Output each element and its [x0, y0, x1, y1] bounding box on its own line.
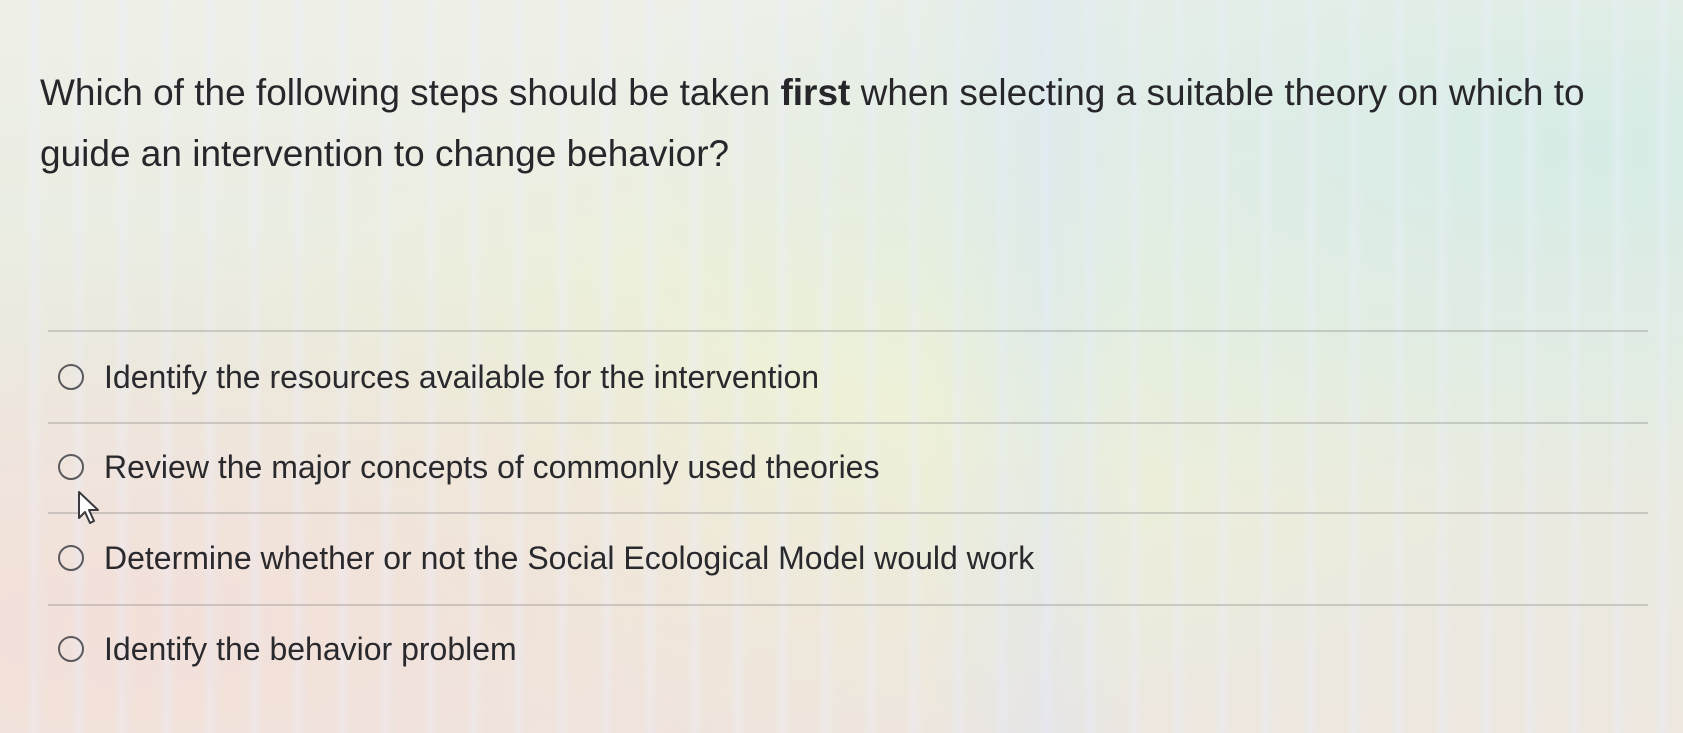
question-text: Which of the following steps should be t… — [40, 62, 1660, 184]
option-3[interactable]: Determine whether or not the Social Ecol… — [58, 528, 1034, 588]
divider — [48, 512, 1648, 514]
divider — [48, 604, 1648, 606]
divider — [48, 330, 1648, 332]
divider — [48, 422, 1648, 424]
question-emphasis: first — [780, 72, 851, 113]
radio-button-icon[interactable] — [58, 364, 84, 390]
option-2-label: Review the major concepts of commonly us… — [104, 448, 880, 485]
radio-button-icon[interactable] — [58, 545, 84, 571]
option-4[interactable]: Identify the behavior problem — [58, 619, 517, 679]
option-3-label: Determine whether or not the Social Ecol… — [104, 539, 1035, 576]
mouse-pointer-icon — [78, 491, 99, 524]
option-1-label: Identify the resources available for the… — [104, 358, 820, 395]
radio-button-icon[interactable] — [58, 454, 84, 480]
radio-button-icon[interactable] — [58, 636, 84, 662]
option-2[interactable]: Review the major concepts of commonly us… — [58, 437, 879, 497]
option-4-label: Identify the behavior problem — [104, 630, 517, 667]
option-1[interactable]: Identify the resources available for the… — [58, 347, 819, 407]
question-text-before: Which of the following steps should be t… — [40, 72, 781, 113]
